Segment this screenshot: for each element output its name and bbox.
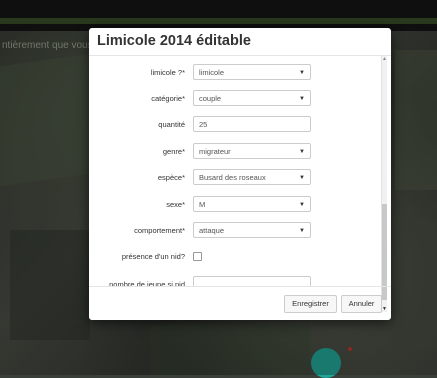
caret-down-icon: ▼ [299, 96, 305, 102]
quantite-input[interactable]: 25 [193, 116, 311, 132]
field-label: catégorie* [151, 94, 185, 103]
modal-scrollbar[interactable]: ▲ ▼ [381, 56, 387, 312]
field-row-categorie: catégorie* couple ▼ [89, 90, 379, 108]
scroll-up-icon[interactable]: ▲ [382, 56, 387, 62]
modal-header: Limicole 2014 éditable [89, 28, 391, 56]
caret-down-icon: ▼ [299, 149, 305, 155]
field-label: limicole ?* [150, 68, 185, 77]
field-label: nombre de jeune si nid [109, 280, 185, 286]
limicole-select[interactable]: limicole ▼ [193, 64, 311, 80]
field-row-nombre-jeune: nombre de jeune si nid [89, 276, 379, 286]
field-label: espèce* [157, 173, 185, 182]
edit-modal: Limicole 2014 éditable limicole ?* limic… [89, 28, 391, 320]
modal-body: limicole ?* limicole ▼ catégorie* couple… [89, 56, 391, 286]
field-row-comportement: comportement* attaque ▼ [89, 222, 379, 240]
caret-down-icon: ▼ [299, 175, 305, 181]
field-label: genre* [162, 147, 185, 156]
caret-down-icon: ▼ [299, 228, 305, 234]
field-row-limicole: limicole ?* limicole ▼ [89, 64, 379, 82]
espece-select[interactable]: Busard des roseaux ▼ [193, 169, 311, 185]
caret-down-icon: ▼ [299, 70, 305, 76]
genre-select[interactable]: migrateur ▼ [193, 143, 311, 159]
presence-nid-checkbox[interactable] [193, 252, 202, 261]
select-value: migrateur [199, 147, 231, 156]
select-value: Busard des roseaux [199, 173, 266, 182]
field-row-genre: genre* migrateur ▼ [89, 143, 379, 161]
field-row-sexe: sexe* M ▼ [89, 196, 379, 214]
field-label: présence d'un nid? [121, 252, 185, 261]
comportement-select[interactable]: attaque ▼ [193, 222, 311, 238]
select-value: M [199, 200, 206, 209]
select-value: limicole [199, 68, 225, 77]
nombre-jeune-input[interactable] [193, 276, 311, 286]
input-value: 25 [199, 120, 208, 129]
field-label: comportement* [134, 226, 185, 235]
modal-footer: Enregistrer Annuler [89, 286, 391, 320]
field-row-nid: présence d'un nid? [89, 248, 379, 266]
field-row-quantite: quantité 25 [89, 116, 379, 134]
select-value: couple [199, 94, 222, 103]
caret-down-icon: ▼ [299, 202, 305, 208]
select-value: attaque [199, 226, 225, 235]
sexe-select[interactable]: M ▼ [193, 196, 311, 212]
save-button[interactable]: Enregistrer [284, 295, 337, 313]
field-row-espece: espèce* Busard des roseaux ▼ [89, 169, 379, 187]
cancel-button[interactable]: Annuler [341, 295, 382, 313]
field-label: quantité [158, 120, 185, 129]
field-label: sexe* [166, 200, 185, 209]
categorie-select[interactable]: couple ▼ [193, 90, 311, 106]
modal-title: Limicole 2014 éditable [97, 33, 251, 49]
